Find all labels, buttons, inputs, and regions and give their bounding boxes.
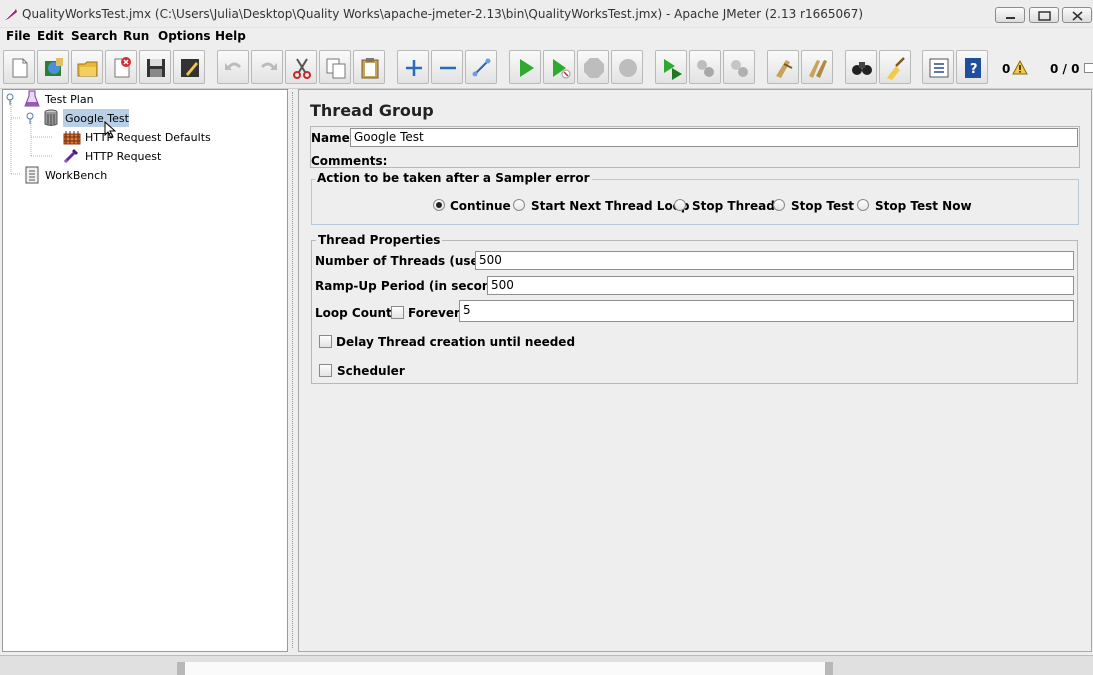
menu-search[interactable]: Search — [71, 29, 117, 43]
name-label: Name: — [311, 131, 355, 145]
name-field[interactable]: Google Test — [350, 128, 1078, 147]
menu-run[interactable]: Run — [123, 29, 149, 43]
delay-thread-creation-label[interactable]: Delay Thread creation until needed — [336, 335, 575, 349]
menu-edit[interactable]: Edit — [37, 29, 64, 43]
reset-search-button[interactable] — [879, 50, 911, 84]
warning-icon[interactable] — [1012, 59, 1028, 78]
remote-start-button[interactable] — [655, 50, 687, 84]
sampler-pipette-icon — [63, 146, 81, 167]
collapse-all-button[interactable] — [431, 50, 463, 84]
undo-button[interactable] — [217, 50, 249, 84]
start-button[interactable] — [509, 50, 541, 84]
remote-stop-button[interactable] — [689, 50, 721, 84]
expand-all-button[interactable] — [397, 50, 429, 84]
forever-label[interactable]: Forever — [408, 306, 460, 320]
splitter-grip[interactable] — [292, 92, 294, 648]
tree-item-workbench[interactable]: WorkBench — [45, 169, 107, 182]
threads-field[interactable]: 500 — [475, 251, 1074, 270]
radio-continue[interactable] — [433, 199, 445, 211]
radio-stop-test-label[interactable]: Stop Test — [791, 199, 854, 213]
menu-file[interactable]: File — [6, 29, 31, 43]
workbench-icon — [24, 166, 40, 187]
tree-item-google-test[interactable]: Google Test — [65, 112, 129, 125]
active-thread-count: 0 / 0 — [1050, 62, 1080, 76]
delay-thread-creation-checkbox[interactable] — [319, 335, 332, 348]
minimize-button[interactable] — [995, 7, 1025, 23]
menu-bar: File Edit Search Run Options Help — [0, 28, 1093, 46]
tree-collapse-toggle-icon[interactable] — [5, 93, 15, 108]
thread-properties-legend: Thread Properties — [316, 233, 443, 247]
window-title: QualityWorksTest.jmx (C:\Users\Julia\Des… — [22, 7, 864, 21]
test-plan-icon — [24, 90, 40, 111]
tree-item-http-request[interactable]: HTTP Request — [85, 150, 161, 163]
open-button[interactable] — [71, 50, 103, 84]
clear-button[interactable] — [767, 50, 799, 84]
radio-start-next-thread-loop-label[interactable]: Start Next Thread Loop — [531, 199, 690, 213]
close-window-button[interactable] — [1062, 7, 1092, 23]
tree-lines — [10, 99, 52, 175]
thread-group-icon — [43, 109, 59, 130]
scheduler-checkbox[interactable] — [319, 364, 332, 377]
menu-help[interactable]: Help — [215, 29, 246, 43]
error-count: 0 — [1002, 62, 1011, 76]
start-no-pauses-button[interactable] — [543, 50, 575, 84]
tree-item-http-request-defaults[interactable]: HTTP Request Defaults — [85, 131, 211, 144]
toggle-button[interactable] — [465, 50, 497, 84]
new-button[interactable] — [3, 50, 35, 84]
redo-button[interactable] — [251, 50, 283, 84]
maximize-button[interactable] — [1029, 7, 1059, 23]
clear-all-button[interactable] — [801, 50, 833, 84]
paste-button[interactable] — [353, 50, 385, 84]
shutdown-button[interactable] — [611, 50, 643, 84]
svg-text:?: ? — [970, 62, 978, 77]
threads-label: Number of Threads (users): — [315, 254, 503, 268]
radio-stop-thread-label[interactable]: Stop Thread — [692, 199, 775, 213]
save-as-button[interactable] — [173, 50, 205, 84]
menu-options[interactable]: Options — [158, 29, 211, 43]
help-button[interactable]: ? — [956, 50, 988, 84]
function-helper-button[interactable] — [922, 50, 954, 84]
cut-button[interactable] — [285, 50, 317, 84]
tree-collapse-toggle-icon[interactable] — [25, 112, 35, 127]
comments-label: Comments: — [311, 154, 388, 168]
sampler-error-legend: Action to be taken after a Sampler error — [315, 171, 592, 185]
radio-continue-label[interactable]: Continue — [450, 199, 511, 213]
templates-button[interactable] — [37, 50, 69, 84]
toolbar: ? 0 0 / 0 — [0, 47, 1093, 89]
page-title: Thread Group — [310, 101, 434, 120]
search-button[interactable] — [845, 50, 877, 84]
close-file-button[interactable] — [105, 50, 137, 84]
forever-checkbox[interactable] — [391, 306, 404, 319]
scheduler-label[interactable]: Scheduler — [337, 364, 405, 378]
radio-stop-thread[interactable] — [674, 199, 686, 211]
radio-start-next-thread-loop[interactable] — [513, 199, 525, 211]
status-indicator-icon — [1084, 63, 1093, 73]
stop-button[interactable] — [577, 50, 609, 84]
jmeter-feather-icon — [4, 7, 18, 21]
rampup-field[interactable]: 500 — [487, 276, 1074, 295]
radio-stop-test-now-label[interactable]: Stop Test Now — [875, 199, 972, 213]
loop-count-label: Loop Count: — [315, 306, 397, 320]
tree-item-test-plan[interactable]: Test Plan — [45, 93, 94, 106]
save-button[interactable] — [139, 50, 171, 84]
radio-stop-test-now[interactable] — [857, 199, 869, 211]
remote-shutdown-button[interactable] — [723, 50, 755, 84]
copy-button[interactable] — [319, 50, 351, 84]
scrollbar-thumb[interactable] — [177, 662, 833, 675]
loop-count-field[interactable]: 5 — [459, 300, 1074, 322]
radio-stop-test[interactable] — [773, 199, 785, 211]
